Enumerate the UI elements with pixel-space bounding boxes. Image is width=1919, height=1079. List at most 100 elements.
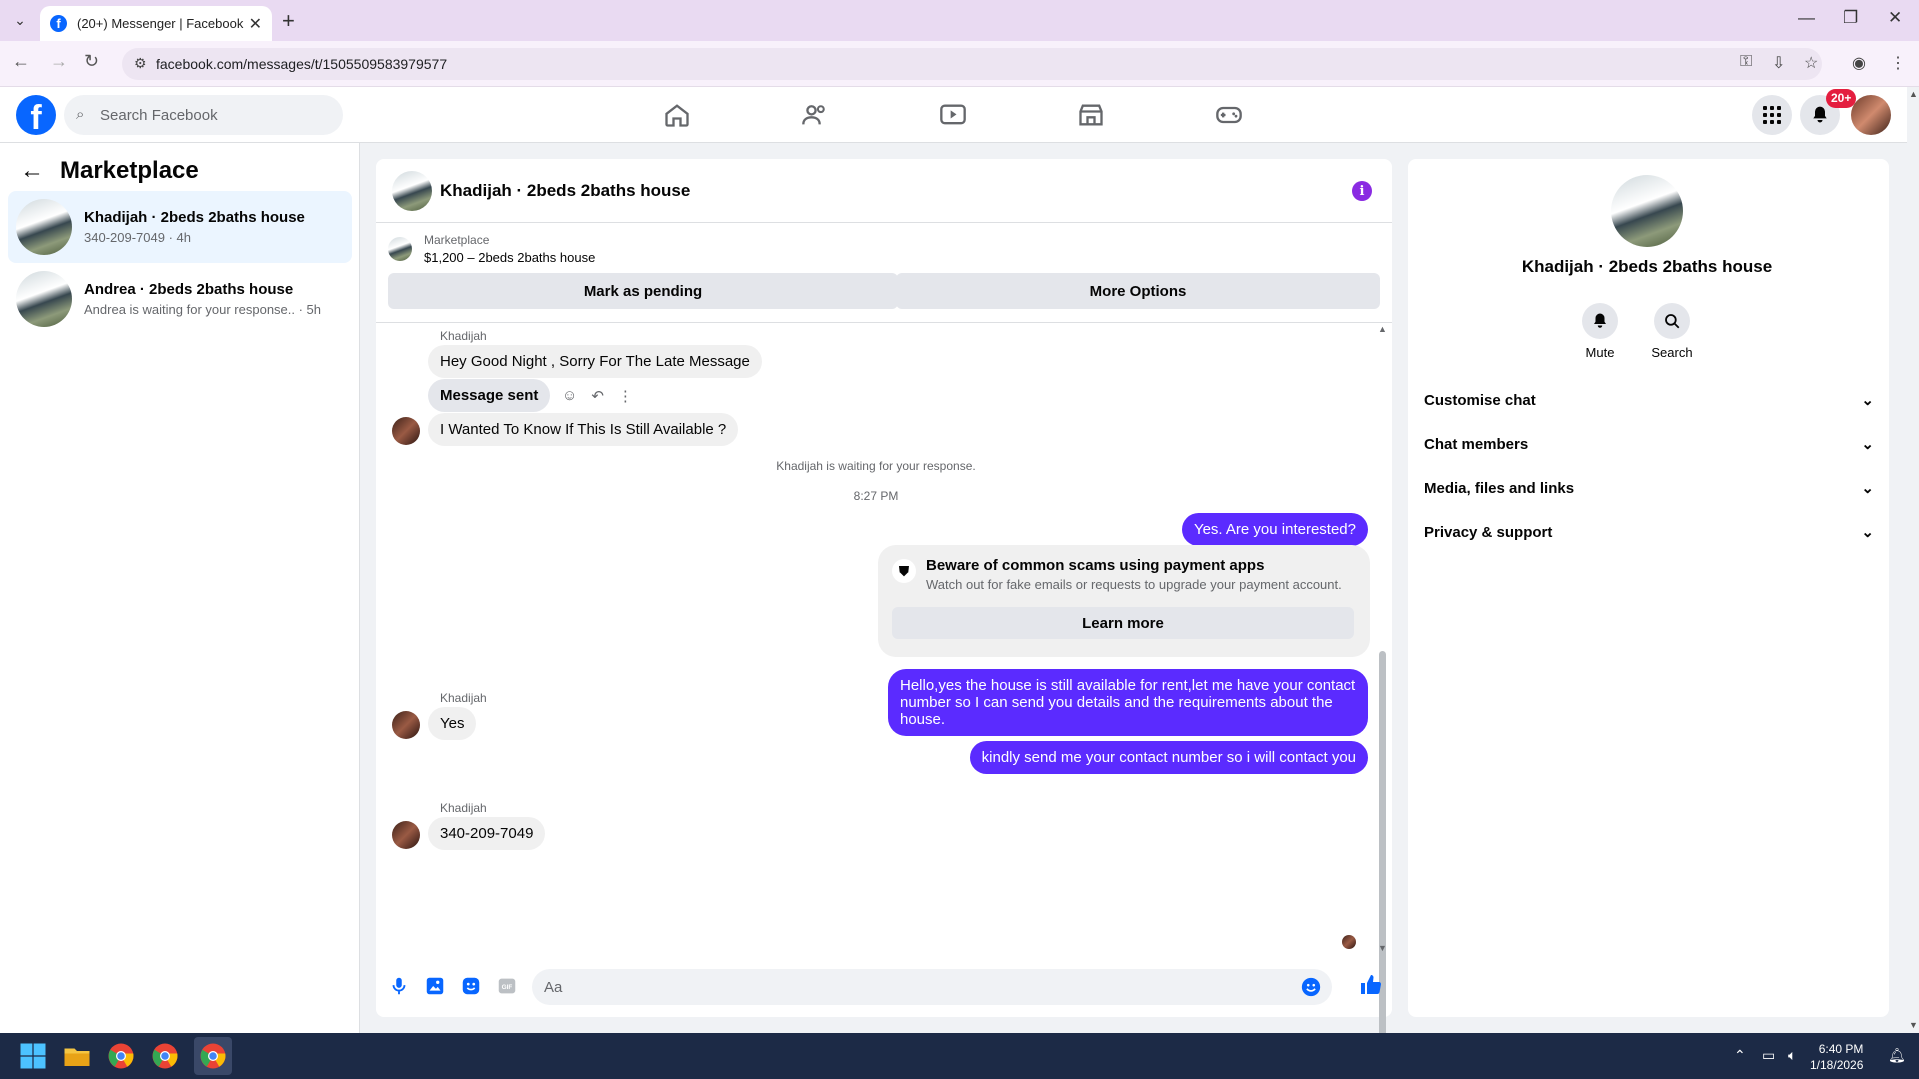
mute-button[interactable]: Mute (1570, 303, 1630, 360)
privacy-support-section[interactable]: Privacy & support ⌄ (1424, 523, 1874, 542)
media-files-links-section[interactable]: Media, files and links ⌄ (1424, 479, 1874, 498)
video-icon[interactable] (939, 101, 967, 129)
maximize-icon[interactable]: ❐ (1843, 8, 1858, 28)
mark-as-pending-button[interactable]: Mark as pending (388, 273, 898, 309)
listing-title[interactable]: $1,200 – 2beds 2baths house (424, 250, 595, 265)
profile-icon[interactable]: ◉ (1852, 53, 1866, 73)
emoji-icon[interactable] (1300, 976, 1322, 998)
gaming-icon[interactable] (1215, 101, 1243, 129)
search-icon: ⌕ (76, 106, 85, 123)
chrome-active-icon[interactable] (198, 1041, 228, 1071)
microphone-icon[interactable] (388, 975, 410, 997)
thread-name: Andrea · 2beds 2baths house (84, 281, 294, 298)
reload-icon[interactable]: ↻ (84, 51, 99, 72)
message-list: Khadijah Hey Good Night , Sorry For The … (376, 323, 1392, 953)
browser-tab[interactable]: f (20+) Messenger | Facebook ✕ (40, 6, 272, 41)
home-icon[interactable] (663, 101, 691, 129)
gif-icon[interactable]: GIF (496, 975, 518, 997)
bookmark-star-icon[interactable]: ☆ (1804, 53, 1818, 73)
window-close-icon[interactable]: ✕ (1888, 8, 1902, 28)
react-emoji-icon[interactable]: ☺ (562, 387, 577, 405)
outgoing-message[interactable]: Yes. Are you interested? (1181, 513, 1368, 546)
site-info-icon[interactable]: ⚙ (134, 55, 147, 72)
file-explorer-icon[interactable] (62, 1041, 92, 1071)
chat-members-section[interactable]: Chat members ⌄ (1424, 435, 1874, 454)
notification-center-icon[interactable]: 🔔︎ (1888, 1047, 1906, 1064)
browser-menu-icon[interactable]: ⋮ (1890, 53, 1906, 73)
chevron-down-icon: ⌄ (1861, 436, 1874, 453)
thread-item-andrea[interactable]: Andrea · 2beds 2baths house Andrea is wa… (8, 263, 352, 335)
tray-chevron-icon[interactable]: ⌃ (1734, 1047, 1746, 1064)
tab-close-icon[interactable]: ✕ (249, 14, 262, 34)
chrome-profile-icon[interactable] (150, 1041, 180, 1071)
section-label: Privacy & support (1424, 523, 1553, 541)
chat-title[interactable]: Khadijah · 2beds 2baths house (440, 181, 690, 201)
friends-icon[interactable] (801, 101, 829, 129)
thread-avatar (16, 199, 72, 255)
scam-warning-title: Beware of common scams using payment app… (926, 557, 1265, 574)
incoming-message[interactable]: 340-209-7049 (428, 817, 546, 850)
marketplace-icon[interactable] (1077, 101, 1105, 129)
listing-thumbnail (388, 237, 412, 261)
search-input[interactable]: ⌕ Search Facebook (64, 95, 343, 135)
page-scroll-up-icon[interactable]: ▲ (1909, 89, 1918, 99)
customise-chat-section[interactable]: Customise chat ⌄ (1424, 391, 1874, 410)
browser-toolbar: ← → ↻ ⚙ facebook.com/messages/t/15055095… (0, 41, 1919, 87)
scroll-up-icon[interactable]: ▲ (1378, 324, 1387, 334)
info-icon[interactable]: i (1352, 181, 1372, 201)
tab-search-dropdown-icon[interactable]: ⌄ (8, 8, 32, 32)
outgoing-message[interactable]: Hello,yes the house is still available f… (888, 669, 1368, 736)
message-sent-status[interactable]: Message sent (428, 379, 551, 412)
message-input[interactable]: Aa (532, 969, 1332, 1005)
sender-avatar (392, 711, 420, 739)
forward-icon[interactable]: → (50, 51, 68, 72)
timestamp: 8:27 PM (853, 489, 899, 503)
network-icon[interactable]: ▭ (1762, 1047, 1775, 1064)
page-scroll-down-icon[interactable]: ▼ (1909, 1020, 1918, 1030)
search-placeholder: Search Facebook (100, 107, 218, 124)
like-thumbs-up-icon[interactable] (1359, 973, 1383, 997)
back-icon[interactable]: ← (12, 51, 30, 72)
photo-icon[interactable] (424, 975, 446, 997)
more-actions-icon[interactable]: ⋮ (618, 387, 633, 405)
chevron-down-icon: ⌄ (1861, 392, 1874, 409)
chat-avatar[interactable] (392, 171, 432, 211)
profile-avatar[interactable] (1611, 175, 1683, 247)
address-bar[interactable]: ⚙ facebook.com/messages/t/15055095839795… (122, 48, 1822, 80)
thread-name: Khadijah · 2beds 2baths house (84, 209, 305, 226)
back-arrow-icon[interactable]: ← (20, 157, 44, 185)
sidebar-title: Marketplace (60, 157, 199, 184)
password-key-icon[interactable]: ⚿ (1740, 53, 1752, 71)
volume-icon[interactable]: 🔈︎ (1788, 1047, 1796, 1064)
incoming-message[interactable]: Yes (428, 707, 477, 740)
menu-grid-icon[interactable] (1752, 95, 1792, 135)
chrome-icon[interactable] (106, 1041, 136, 1071)
minimize-icon[interactable]: — (1798, 8, 1815, 28)
facebook-logo-icon[interactable]: f (16, 95, 56, 135)
thread-preview: 340-209-7049 · 4h (84, 230, 191, 245)
svg-text:GIF: GIF (502, 984, 513, 991)
incoming-message[interactable]: I Wanted To Know If This Is Still Availa… (428, 413, 739, 446)
search-in-chat-button[interactable]: Search (1642, 303, 1702, 360)
reply-icon[interactable]: ↶ (591, 387, 604, 405)
section-label: Chat members (1424, 435, 1529, 453)
thread-preview: Andrea is waiting for your response.. · … (84, 302, 322, 317)
windows-taskbar: ⌃ ▭ 🔈︎ 6:40 PM 1/18/2026 🔔︎ (0, 1033, 1919, 1079)
taskbar-clock[interactable]: 6:40 PM 1/18/2026 (1810, 1041, 1863, 1073)
thread-item-khadijah[interactable]: Khadijah · 2beds 2baths house 340-209-70… (8, 191, 352, 263)
sender-name: Khadijah (440, 329, 487, 343)
scroll-down-icon[interactable]: ▼ (1378, 943, 1387, 953)
sticker-icon[interactable] (460, 975, 482, 997)
incoming-message[interactable]: Hey Good Night , Sorry For The Late Mess… (428, 345, 762, 378)
profile-name: Khadijah · 2beds 2baths house (1521, 257, 1773, 276)
windows-start-icon[interactable] (18, 1041, 48, 1071)
learn-more-button[interactable]: Learn more (892, 607, 1354, 639)
install-app-icon[interactable]: ⇩ (1772, 53, 1785, 73)
more-options-button[interactable]: More Options (896, 273, 1380, 309)
account-avatar[interactable] (1851, 95, 1891, 135)
outgoing-message[interactable]: kindly send me your contact number so i … (969, 741, 1368, 774)
notification-count-badge: 20+ (1826, 89, 1857, 108)
clock-time: 6:40 PM (1818, 1042, 1864, 1056)
new-tab-icon[interactable]: + (282, 8, 295, 34)
tab-title: (20+) Messenger | Facebook (77, 16, 244, 31)
